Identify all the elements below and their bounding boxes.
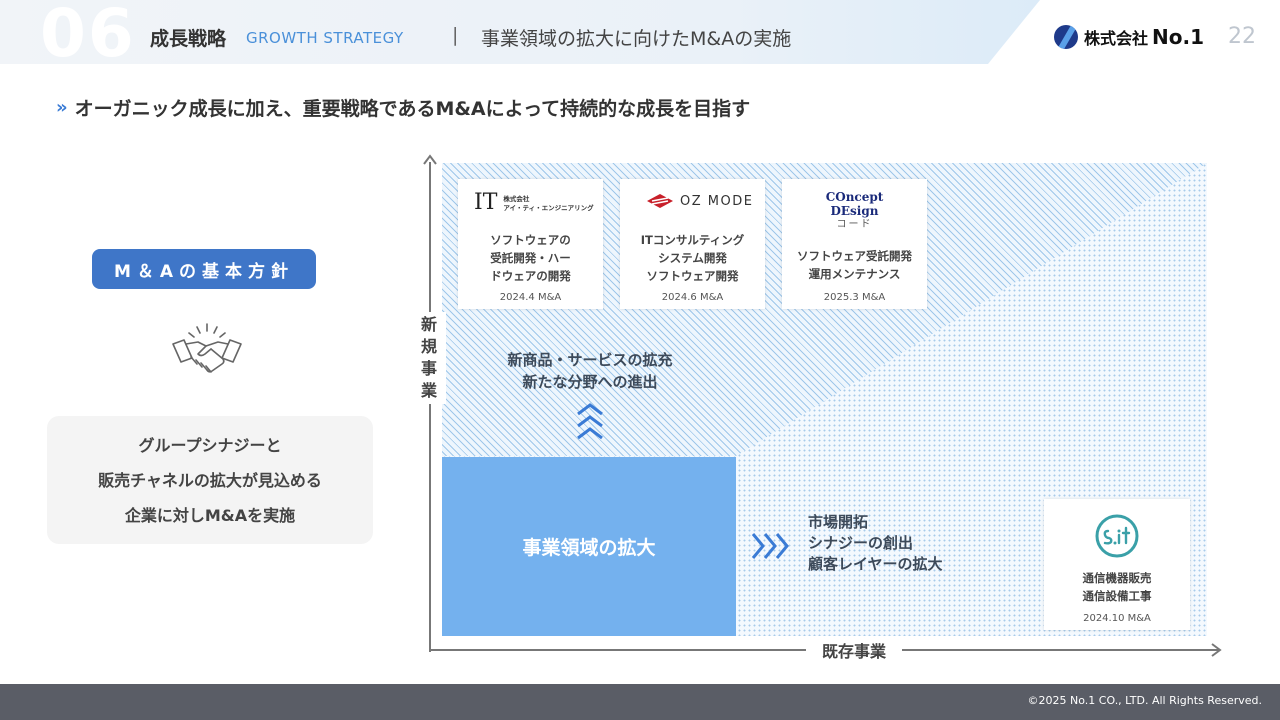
headline: » オーガニック成長に加え、重要戦略であるM&Aによって持続的な成長を目指す: [56, 94, 750, 120]
expansion-line: 顧客レイヤーの拡大: [808, 555, 943, 573]
concept-design-logo-kana: コード: [836, 219, 873, 230]
card-description: 運用メンテナンス: [808, 267, 901, 281]
triple-chevron-up-icon: [577, 403, 603, 440]
concept-design-logo-line2: DEsign: [830, 204, 879, 218]
sit-logo-icon: [1095, 514, 1139, 558]
it-logo-line1: 株式会社: [503, 195, 530, 203]
card-description: 受託開発・ハー: [490, 251, 571, 265]
logo-mark-icon: [1054, 25, 1078, 49]
policy-line: グループシナジーと: [138, 435, 282, 455]
card-date: 2024.4 M&A: [499, 292, 562, 303]
header: 06 成長戦略 GROWTH STRATEGY | 事業領域の拡大に向けたM&A…: [0, 0, 1280, 72]
acquisition-card-oz-mode: OZ MODE ITコンサルティング システム開発 ソフトウェア開発 2024.…: [620, 179, 765, 309]
concept-design-logo: COncept DEsign コード: [782, 190, 927, 231]
page-number: 22: [1228, 24, 1256, 49]
section-title: 成長戦略: [150, 28, 227, 50]
y-axis-char: 業: [420, 381, 437, 400]
handshake-icon: [172, 323, 242, 373]
y-axis-char: 規: [420, 337, 437, 356]
y-axis: [429, 162, 431, 652]
it-engineering-logo: IT 株式会社 アイ・ティ・エンジニアリング: [474, 191, 594, 215]
y-axis-char: 事: [420, 359, 437, 378]
policy-line: 企業に対しM&Aを実施: [124, 505, 296, 525]
core-business-block: 事業領域の拡大: [442, 457, 736, 636]
card-description: ソフトウェア受託開発: [797, 249, 912, 263]
arrow-up-icon: [423, 154, 437, 165]
company-logo: 株式会社 No.1: [1054, 24, 1204, 50]
expansion-line: シナジーの創出: [808, 534, 914, 552]
card-description: ドウェアの開発: [490, 269, 571, 283]
it-logo-line2: アイ・ティ・エンジニアリング: [503, 204, 594, 212]
card-description: 通信設備工事: [1082, 589, 1152, 603]
title-separator: |: [452, 24, 459, 46]
y-axis-char: 新: [420, 315, 437, 334]
section-title-en: GROWTH STRATEGY: [246, 29, 404, 47]
acquisition-card-concept-design: COncept DEsign コード ソフトウェア受託開発 運用メンテナンス 2…: [782, 179, 927, 309]
x-axis-label: 既存事業: [806, 640, 902, 664]
card-description: ITコンサルティング: [640, 233, 745, 247]
section-number: 06: [40, 0, 136, 72]
double-chevron-right-icon: »: [56, 96, 68, 118]
acquisition-card-it-engineering: IT 株式会社 アイ・ティ・エンジニアリング ソフトウェアの 受託開発・ハー ド…: [458, 179, 603, 309]
card-date: 2024.6 M&A: [661, 292, 724, 303]
acquisition-card-sit: 通信機器販売 通信設備工事 2024.10 M&A: [1044, 499, 1190, 630]
policy-box: グループシナジーと 販売チャネルの拡大が見込める 企業に対しM&Aを実施: [47, 416, 373, 544]
new-business-text: 新商品・サービスの拡充 新たな分野への進出: [470, 349, 710, 393]
logo-text-jp: 株式会社: [1084, 29, 1149, 48]
new-business-line: 新商品・サービスの拡充: [507, 351, 673, 369]
oz-mode-mark-icon: [647, 194, 673, 208]
card-date: 2025.3 M&A: [823, 292, 886, 303]
arrow-right-icon: [1211, 643, 1222, 657]
it-logo-mark: IT: [474, 190, 498, 215]
copyright: ©2025 No.1 CO., LTD. All Rights Reserved…: [1027, 694, 1262, 707]
headline-text: オーガニック成長に加え、重要戦略であるM&Aによって持続的な成長を目指す: [74, 97, 751, 120]
expansion-line: 市場開拓: [808, 513, 869, 531]
oz-mode-logo-text: OZ MODE: [680, 193, 754, 209]
policy-line: 販売チャネルの拡大が見込める: [98, 470, 322, 490]
card-description: ソフトウェア開発: [646, 269, 739, 283]
policy-badge: M＆Aの基本方針: [92, 249, 316, 289]
triple-chevron-right-icon: [751, 533, 789, 559]
concept-design-logo-line1: COncept: [825, 190, 884, 204]
core-label: 事業領域の拡大: [522, 537, 656, 559]
logo-text-en: No.1: [1152, 25, 1205, 49]
card-description: 通信機器販売: [1082, 571, 1152, 585]
new-business-line: 新たな分野への進出: [522, 373, 658, 391]
footer: ©2025 No.1 CO., LTD. All Rights Reserved…: [0, 684, 1280, 720]
oz-mode-logo: OZ MODE: [646, 193, 753, 209]
expansion-text: 市場開拓 シナジーの創出 顧客レイヤーの拡大: [808, 512, 943, 575]
card-description: ソフトウェアの: [490, 233, 571, 247]
card-date: 2024.10 M&A: [1083, 613, 1151, 624]
y-axis-label: 新 規 事 業: [412, 312, 446, 404]
page-subtitle: 事業領域の拡大に向けたM&Aの実施: [481, 28, 792, 50]
card-description: システム開発: [658, 251, 727, 265]
